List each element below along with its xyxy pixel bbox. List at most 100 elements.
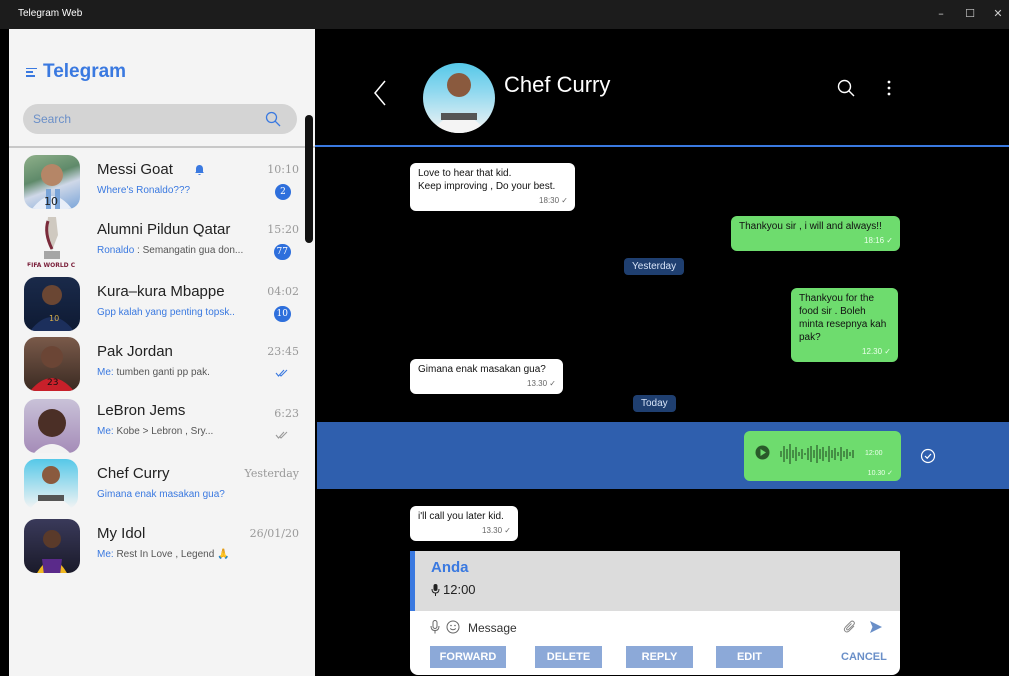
voice-message[interactable]: 12:00 10.30 ✓: [744, 431, 901, 481]
avatar: [24, 459, 78, 509]
avatar: 10: [24, 155, 80, 209]
chat-area: Chef Curry Love to hear that kid. Keep i…: [315, 29, 1009, 676]
chat-name: Chef Curry: [97, 465, 170, 482]
chat-name: Messi Goat: [97, 161, 173, 178]
unread-badge: 77: [273, 244, 291, 260]
title-bar: Telegram Web – ☐ ✕: [0, 0, 1009, 29]
chat-item-alumni-pildun-qatar[interactable]: FIFA WORLD C Alumni Pildun Qatar Ronaldo…: [9, 215, 309, 275]
avatar: [24, 519, 80, 573]
message-outgoing[interactable]: Thankyou for the food sir . Boleh minta …: [791, 288, 898, 362]
minimize-button[interactable]: –: [933, 6, 949, 22]
forward-button[interactable]: FORWARD: [430, 646, 506, 668]
chat-name: Pak Jordan: [97, 343, 173, 360]
contact-avatar[interactable]: [423, 63, 495, 133]
close-button[interactable]: ✕: [990, 6, 1006, 22]
message-input[interactable]: Message: [468, 621, 517, 635]
search-icon[interactable]: [837, 79, 855, 97]
message-time: 18:16 ✓: [864, 236, 893, 245]
sidebar: Telegram Search 10 Messi Goat Where's Ro…: [9, 29, 315, 676]
app-logo: Telegram: [26, 61, 126, 83]
sidebar-divider: [9, 146, 315, 148]
chat-time: 26/01/20: [249, 527, 299, 540]
edit-button[interactable]: EDIT: [716, 646, 783, 668]
bell-icon: [195, 165, 204, 175]
svg-text:23: 23: [47, 378, 58, 388]
emoji-icon[interactable]: [446, 620, 460, 634]
chat-item-kura-kura-mbappe[interactable]: 10 Kura–kura Mbappe Gpp kalah yang penti…: [9, 277, 309, 337]
voice-duration: 12:00: [865, 450, 883, 457]
message-composer: Message FORWARD DELETE REPLY EDIT CANCEL: [410, 611, 900, 675]
waveform-icon: [780, 444, 854, 464]
chat-preview: Me: tumben ganti pp pak.: [97, 367, 210, 378]
more-options-icon[interactable]: [886, 79, 892, 97]
chat-time: 04:02: [267, 285, 299, 298]
message-time: 12.30 ✓: [862, 347, 891, 356]
back-arrow-icon[interactable]: [373, 79, 387, 107]
avatar: [24, 399, 80, 453]
message-outgoing[interactable]: Thankyou sir , i will and always!! 18:16…: [731, 216, 900, 251]
svg-text:10: 10: [44, 195, 58, 208]
chat-name: Kura–kura Mbappe: [97, 283, 225, 300]
check-icon: [275, 431, 288, 439]
logo-text: Telegram: [43, 61, 127, 82]
message-incoming[interactable]: i'll call you later kid. 13.30 ✓: [410, 506, 518, 541]
chat-time: Yesterday: [244, 467, 299, 480]
chat-item-chef-curry[interactable]: Chef Curry Gimana enak masakan gua? Yest…: [9, 459, 309, 519]
message-incoming[interactable]: Gimana enak masakan gua? 13.30 ✓: [410, 359, 563, 394]
reply-button[interactable]: REPLY: [626, 646, 693, 668]
double-check-icon: [275, 369, 288, 377]
chat-header: Chef Curry: [315, 29, 1009, 147]
chat-item-lebron-jems[interactable]: LeBron Jems Me: Kobe > Lebron , Sry... 6…: [9, 399, 309, 459]
sidebar-scrollbar[interactable]: [305, 115, 313, 243]
search-input[interactable]: Search: [23, 104, 297, 134]
chat-name: LeBron Jems: [97, 402, 186, 419]
window-title: Telegram Web: [18, 8, 83, 19]
unread-badge: 2: [275, 184, 291, 200]
chat-time: 15:20: [267, 223, 299, 236]
date-separator-yesterday: Yesterday: [624, 258, 685, 275]
chat-time: 10:10: [267, 163, 299, 176]
chat-name: My Idol: [97, 525, 146, 542]
microphone-icon: [431, 583, 440, 596]
unread-badge: 10: [273, 306, 291, 322]
microphone-icon[interactable]: [430, 620, 440, 634]
message-time: 13.30 ✓: [527, 379, 556, 388]
chat-name: Alumni Pildun Qatar: [97, 221, 231, 238]
chat-item-pak-jordan[interactable]: 23 Pak Jordan Me: tumben ganti pp pak. 2…: [9, 337, 309, 397]
message-time: 18:30 ✓: [539, 196, 568, 205]
chat-preview: Gimana enak masakan gua?: [97, 489, 225, 500]
chat-item-my-idol[interactable]: My Idol Me: Rest In Love , Legend 🙏 26/0…: [9, 519, 309, 579]
reply-text: 12:00: [431, 582, 476, 597]
avatar: 10: [24, 277, 80, 331]
telegram-window: Telegram Web – ☐ ✕ Telegram Search 10 Me…: [0, 0, 1009, 676]
chat-preview: Where's Ronaldo???: [97, 185, 191, 196]
search-placeholder: Search: [33, 112, 72, 126]
selected-check-icon[interactable]: [920, 448, 936, 464]
message-incoming[interactable]: Love to hear that kid. Keep improving , …: [410, 163, 575, 211]
reply-accent-bar: [410, 551, 415, 611]
contact-name: Chef Curry: [504, 72, 611, 97]
chat-preview: Gpp kalah yang penting topsk..: [97, 307, 235, 318]
maximize-button[interactable]: ☐: [962, 6, 978, 22]
chat-item-messi-goat[interactable]: 10 Messi Goat Where's Ronaldo??? 10:10 2: [9, 155, 309, 215]
svg-text:10: 10: [49, 314, 59, 323]
selected-message-highlight[interactable]: [317, 422, 1009, 489]
chat-preview: Ronaldo : Semangatin gua don...: [97, 245, 244, 256]
send-icon[interactable]: [869, 620, 883, 634]
menu-icon[interactable]: [26, 67, 37, 77]
chat-preview: Me: Rest In Love , Legend 🙏: [97, 549, 230, 560]
avatar: 23: [24, 337, 80, 391]
play-icon[interactable]: [755, 445, 770, 460]
attach-icon[interactable]: [843, 620, 857, 634]
search-icon[interactable]: [265, 111, 281, 127]
reply-preview[interactable]: Anda 12:00: [410, 551, 900, 611]
chat-time: 23:45: [267, 345, 299, 358]
delete-button[interactable]: DELETE: [535, 646, 602, 668]
reply-author: Anda: [431, 559, 469, 576]
chat-preview: Me: Kobe > Lebron , Sry...: [97, 426, 214, 437]
svg-text:FIFA WORLD C: FIFA WORLD C: [27, 262, 76, 269]
message-time: 10.30 ✓: [867, 470, 893, 477]
cancel-button[interactable]: CANCEL: [841, 646, 887, 668]
date-separator-today: Today: [633, 395, 676, 412]
message-time: 13.30 ✓: [482, 526, 511, 535]
